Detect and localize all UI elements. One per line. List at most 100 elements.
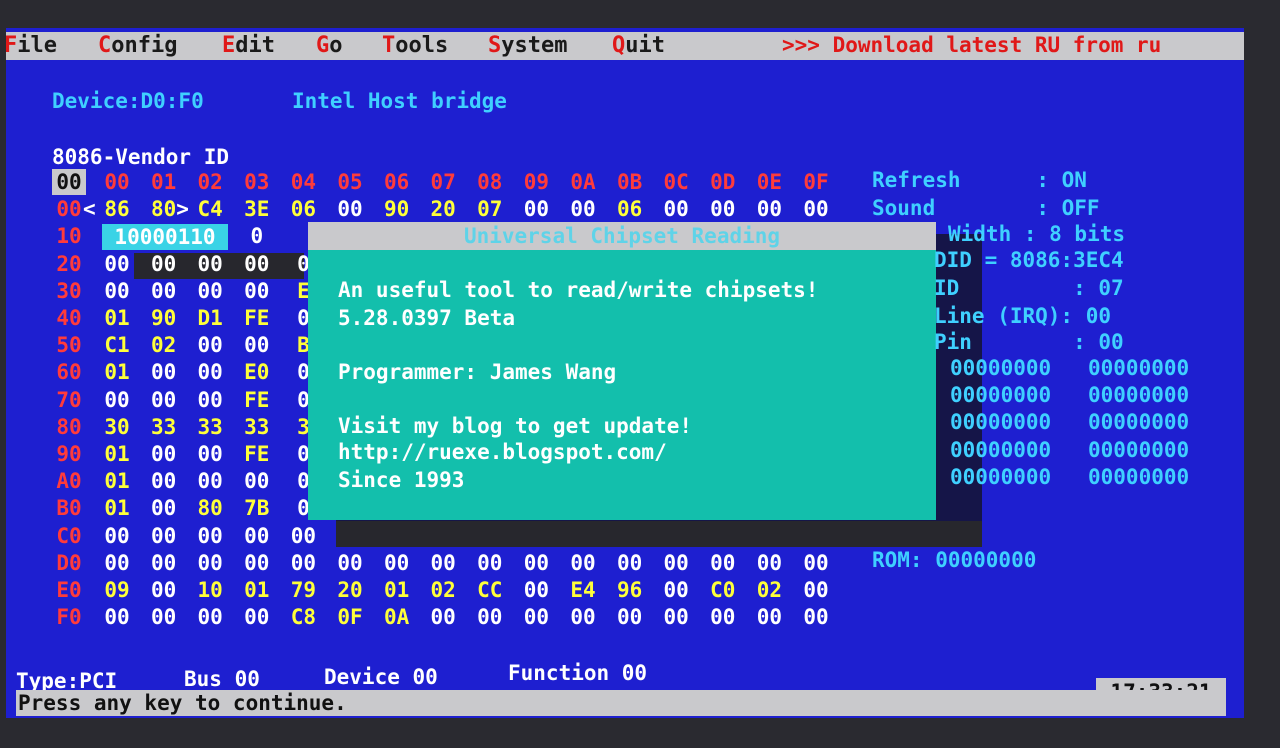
dialog-line-5[interactable]: http://ruexe.blogspot.com/ [338, 440, 667, 464]
hex-cell[interactable]: 00 [240, 523, 274, 549]
hex-cell[interactable]: 00 [147, 495, 181, 521]
hex-cell[interactable]: 01 [100, 305, 134, 331]
menu-file[interactable]: File [6, 33, 57, 58]
hex-cell[interactable]: 01 [100, 359, 134, 385]
refresh-status[interactable]: Refresh : ON [872, 168, 1087, 192]
hex-cell[interactable]: C4 [193, 196, 227, 222]
hex-cell[interactable]: 00 [147, 468, 181, 494]
hex-cell[interactable]: 00 [519, 196, 553, 222]
hex-cell[interactable]: 00 [147, 278, 181, 304]
hex-cell[interactable]: 86 [100, 196, 134, 222]
hex-cell[interactable]: 00 [100, 523, 134, 549]
hex-cell[interactable]: 00 [147, 251, 181, 277]
hex-cell[interactable]: 00 [147, 441, 181, 467]
hex-cell[interactable]: 00 [147, 387, 181, 413]
hex-cell[interactable]: 01 [100, 468, 134, 494]
hex-cell[interactable]: 01 [380, 577, 414, 603]
hex-cell[interactable]: 00 [100, 278, 134, 304]
hex-cell[interactable]: 00 [147, 359, 181, 385]
hex-cell[interactable]: 00 [752, 550, 786, 576]
menu-quit[interactable]: Quit [612, 33, 665, 58]
hex-cell[interactable]: E0 [240, 359, 274, 385]
hex-cell[interactable]: 90 [147, 305, 181, 331]
hex-cell[interactable]: 00 [240, 251, 274, 277]
hex-cell[interactable]: 00 [193, 523, 227, 549]
hex-cell[interactable]: FE [240, 441, 274, 467]
hex-cell[interactable]: C1 [100, 332, 134, 358]
hex-cell[interactable]: 00 [566, 196, 600, 222]
hex-cell[interactable]: 00 [426, 550, 460, 576]
hex-cell[interactable]: 79 [286, 577, 320, 603]
hex-cell[interactable]: 20 [333, 577, 367, 603]
hex-cell[interactable]: 00 [799, 604, 833, 630]
sound-status[interactable]: Sound : OFF [872, 196, 1100, 220]
hex-cell[interactable]: 00 [333, 196, 367, 222]
menu-config[interactable]: Config [98, 33, 177, 58]
hex-cell[interactable]: C0 [706, 577, 740, 603]
hex-cell[interactable]: 00 [519, 577, 553, 603]
hex-cell[interactable]: 02 [147, 332, 181, 358]
hex-cell[interactable]: 33 [240, 414, 274, 440]
hex-cell[interactable]: 00 [566, 550, 600, 576]
hex-cell[interactable]: 00 [566, 604, 600, 630]
hex-cell[interactable]: 00 [799, 196, 833, 222]
hex-cell[interactable]: 00 [659, 577, 693, 603]
hex-cell[interactable]: 00 [100, 550, 134, 576]
hex-cell[interactable]: 00 [519, 604, 553, 630]
hex-cell[interactable]: 00 [752, 196, 786, 222]
hex-cell[interactable]: 00 [193, 251, 227, 277]
hex-cell[interactable]: 00 [147, 604, 181, 630]
hex-cell[interactable]: 00 [147, 523, 181, 549]
binary-value-cell[interactable]: 10000110 [102, 224, 228, 250]
hex-cell[interactable]: 00 [706, 604, 740, 630]
hex-cell[interactable]: 00 [799, 550, 833, 576]
hex-cell[interactable]: 00 [240, 278, 274, 304]
hex-cell[interactable]: 07 [473, 196, 507, 222]
hex-cell[interactable]: 00 [613, 550, 647, 576]
hex-cell[interactable]: E4 [566, 577, 600, 603]
hex-cell[interactable]: 00 [286, 550, 320, 576]
hex-cell[interactable]: 00 [147, 577, 181, 603]
hex-cell[interactable]: 3E [240, 196, 274, 222]
hex-cell[interactable]: 80 [193, 495, 227, 521]
hex-cell[interactable]: 00 [333, 550, 367, 576]
hex-cell[interactable]: 00 [286, 523, 320, 549]
hex-cell[interactable]: 00 [100, 251, 134, 277]
hex-cell[interactable]: 0A [380, 604, 414, 630]
hex-cell[interactable]: 00 [799, 577, 833, 603]
hex-cell[interactable]: 00 [240, 550, 274, 576]
hex-cell[interactable]: 00 [193, 278, 227, 304]
hex-cell[interactable]: 00 [380, 550, 414, 576]
hex-cell[interactable]: 0 [240, 223, 274, 249]
hex-cell[interactable]: 00 [659, 604, 693, 630]
hex-cell[interactable]: 00 [752, 604, 786, 630]
hex-cell[interactable]: 96 [613, 577, 647, 603]
hex-cell[interactable]: 02 [426, 577, 460, 603]
hex-cell[interactable]: 7B [240, 495, 274, 521]
hex-cell[interactable]: 00 [100, 604, 134, 630]
hex-cell[interactable]: 00 [193, 332, 227, 358]
hex-cell[interactable]: 20 [426, 196, 460, 222]
menu-edit[interactable]: Edit [222, 33, 275, 58]
hex-cell[interactable]: 00 [426, 604, 460, 630]
hex-cell[interactable]: 00 [519, 550, 553, 576]
menu-go[interactable]: Go [316, 33, 343, 58]
hex-cell[interactable]: 00 [473, 604, 507, 630]
hex-cell[interactable]: 00 [193, 387, 227, 413]
hex-cell[interactable]: 30 [100, 414, 134, 440]
hex-cell[interactable]: 00 [240, 332, 274, 358]
hex-cell[interactable]: 0F [333, 604, 367, 630]
download-banner[interactable]: >>> Download latest RU from ru [782, 33, 1161, 57]
hex-cell[interactable]: 00 [706, 196, 740, 222]
hex-cell[interactable]: 00 [193, 604, 227, 630]
hex-cell[interactable]: 33 [193, 414, 227, 440]
hex-cell[interactable]: CC [473, 577, 507, 603]
hex-cell[interactable]: 00 [147, 550, 181, 576]
hex-cell[interactable]: 00 [613, 604, 647, 630]
hex-cell[interactable]: 06 [286, 196, 320, 222]
hex-cell[interactable]: 00 [706, 550, 740, 576]
hex-cell[interactable]: C8 [286, 604, 320, 630]
hex-cell[interactable]: 01 [240, 577, 274, 603]
hex-cell[interactable]: 01 [100, 495, 134, 521]
hex-cell[interactable]: 00 [473, 550, 507, 576]
